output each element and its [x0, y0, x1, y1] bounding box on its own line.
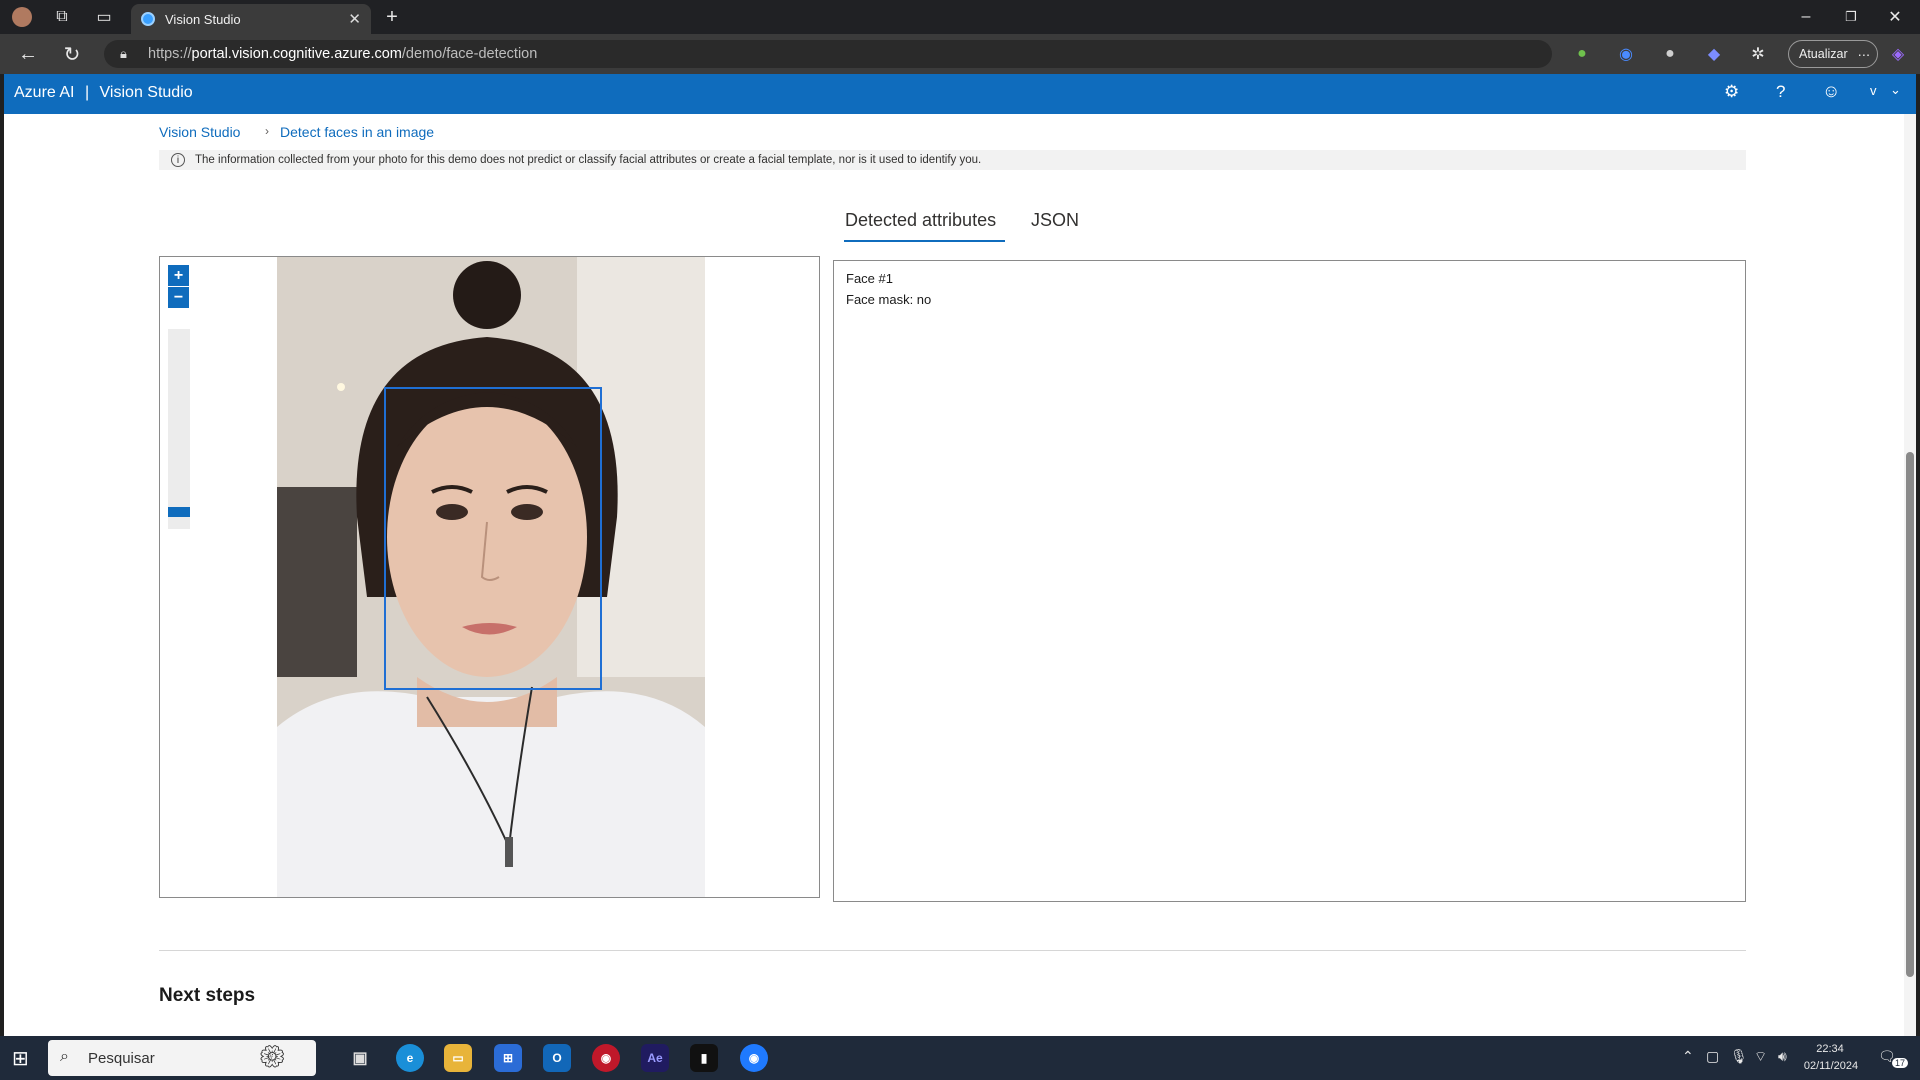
- edge-browser-icon[interactable]: e: [396, 1044, 424, 1072]
- privacy-info-bar: i The information collected from your ph…: [159, 150, 1746, 170]
- extension-shield-icon[interactable]: ◆: [1700, 40, 1728, 68]
- info-icon: i: [171, 153, 185, 167]
- vision-studio-favicon-icon: [141, 12, 155, 26]
- zoom-out-button[interactable]: −: [168, 287, 189, 308]
- search-placeholder: Pesquisar: [88, 1049, 155, 1067]
- tab-title: Vision Studio: [165, 11, 241, 27]
- extension-audio-icon[interactable]: ◉: [1612, 40, 1640, 68]
- workspaces-icon[interactable]: ⧉: [48, 3, 76, 31]
- address-bar[interactable]: 🔒︎ https://portal.vision.cognitive.azure…: [104, 40, 1552, 68]
- settings-gear-icon[interactable]: ⚙: [1724, 82, 1739, 102]
- windows-start-icon[interactable]: ⊞: [12, 1046, 29, 1071]
- brand-vision-studio: Vision Studio: [99, 84, 193, 101]
- clock-time[interactable]: 22:34: [1802, 1043, 1858, 1055]
- breadcrumb-separator-chevron-icon: ›: [265, 124, 269, 138]
- zoom-in-button[interactable]: +: [168, 265, 189, 286]
- search-icon: ⌕: [60, 1048, 69, 1065]
- breadcrumb-home[interactable]: Vision Studio: [159, 124, 240, 140]
- more-options-icon[interactable]: ⋯: [1858, 47, 1871, 62]
- app-brand[interactable]: Azure AI | Vision Studio: [14, 84, 193, 102]
- back-icon[interactable]: ←: [14, 40, 42, 68]
- minimize-icon[interactable]: –: [1792, 3, 1820, 31]
- user-initial[interactable]: v: [1870, 83, 1877, 98]
- image-viewer[interactable]: + −: [159, 256, 820, 898]
- search-highlight-icon: 🌼︎: [258, 1044, 286, 1069]
- page-scrollbar-thumb[interactable]: [1906, 452, 1914, 977]
- url-prefix: https://: [148, 46, 192, 62]
- update-button-label: Atualizar: [1799, 47, 1848, 61]
- active-tab-indicator: [844, 240, 1005, 242]
- uploaded-photo: [277, 257, 705, 897]
- brand-separator: |: [84, 84, 90, 101]
- clock-date[interactable]: 02/11/2024: [1800, 1060, 1862, 1072]
- meet-now-icon[interactable]: ▢: [1706, 1048, 1719, 1065]
- update-button[interactable]: Atualizar ⋯: [1788, 40, 1878, 68]
- task-view-icon[interactable]: ▣: [346, 1044, 374, 1072]
- zoom-slider-track[interactable]: [168, 329, 190, 529]
- url-path: /demo/face-detection: [401, 46, 538, 62]
- browser-tab-bar: ⧉ ▭ Vision Studio ✕ + – ❐ ✕: [0, 0, 1920, 34]
- extensions-puzzle-icon[interactable]: ✲: [1744, 40, 1772, 68]
- url-host: portal.vision.cognitive.azure.com: [191, 46, 402, 62]
- refresh-icon[interactable]: ↻: [58, 40, 86, 68]
- restore-icon[interactable]: ❐: [1837, 3, 1865, 31]
- microphone-icon[interactable]: 🎙︎: [1730, 1048, 1748, 1065]
- file-explorer-icon[interactable]: ▭: [444, 1044, 472, 1072]
- network-icon[interactable]: ⌔: [1754, 1048, 1767, 1066]
- site-info-lock-icon[interactable]: 🔒︎: [120, 46, 127, 62]
- after-effects-icon[interactable]: Ae: [641, 1044, 669, 1072]
- breadcrumb-current[interactable]: Detect faces in an image: [280, 124, 434, 140]
- account-chevron-down-icon[interactable]: ⌄: [1890, 82, 1901, 98]
- notification-count-badge: 17: [1892, 1058, 1909, 1068]
- taskbar-search-box[interactable]: ⌕ Pesquisar 🌼︎: [48, 1040, 316, 1076]
- extension-circle-icon[interactable]: ●: [1656, 40, 1684, 68]
- audio-app-icon[interactable]: ◉: [740, 1044, 768, 1072]
- copilot-icon[interactable]: ◈: [1884, 40, 1912, 68]
- section-divider: [159, 950, 1746, 951]
- brand-azure-ai: Azure AI: [14, 84, 75, 101]
- face-title: Face #1: [846, 271, 893, 286]
- main-content: Vision Studio › Detect faces in an image…: [4, 114, 1904, 1036]
- volume-icon[interactable]: 🔊︎: [1778, 1048, 1787, 1065]
- app-header: Azure AI | Vision Studio ⚙ ? ☺ v ⌄: [4, 74, 1916, 114]
- microsoft-store-icon[interactable]: ⊞: [494, 1044, 522, 1072]
- tab-detected-attributes[interactable]: Detected attributes: [845, 210, 996, 231]
- new-tab-icon[interactable]: +: [378, 3, 406, 31]
- next-steps-heading: Next steps: [159, 985, 256, 1006]
- zoom-slider-handle[interactable]: [168, 507, 190, 517]
- terminal-icon[interactable]: ▮: [690, 1044, 718, 1072]
- extension-globe-icon[interactable]: ●: [1568, 40, 1596, 68]
- profile-avatar-icon[interactable]: [8, 3, 36, 31]
- browser-tab-vision-studio[interactable]: Vision Studio ✕: [131, 4, 371, 34]
- face-mask-attribute: Face mask: no: [846, 292, 932, 307]
- detected-face-bounding-box[interactable]: [384, 387, 602, 690]
- avatar: [12, 7, 32, 27]
- privacy-info-text: The information collected from your phot…: [195, 154, 982, 166]
- tab-json[interactable]: JSON: [1031, 210, 1079, 231]
- show-hidden-icons-chevron-icon[interactable]: ⌃: [1682, 1048, 1694, 1065]
- help-icon[interactable]: ?: [1776, 82, 1785, 102]
- close-window-icon[interactable]: ✕: [1881, 3, 1909, 31]
- windows-taskbar: ⊞ ⌕ Pesquisar 🌼︎ ▣ e ▭ ⊞ O ◉ Ae ▮ ◉ ⌃ ▢ …: [0, 1036, 1920, 1080]
- feedback-smiley-icon[interactable]: ☺: [1822, 81, 1840, 102]
- outlook-icon[interactable]: O: [543, 1044, 571, 1072]
- tab-actions-icon[interactable]: ▭: [90, 3, 118, 31]
- detected-attributes-panel: Face #1 Face mask: no: [833, 260, 1746, 902]
- close-tab-icon[interactable]: ✕: [348, 10, 361, 28]
- red-app-icon[interactable]: ◉: [592, 1044, 620, 1072]
